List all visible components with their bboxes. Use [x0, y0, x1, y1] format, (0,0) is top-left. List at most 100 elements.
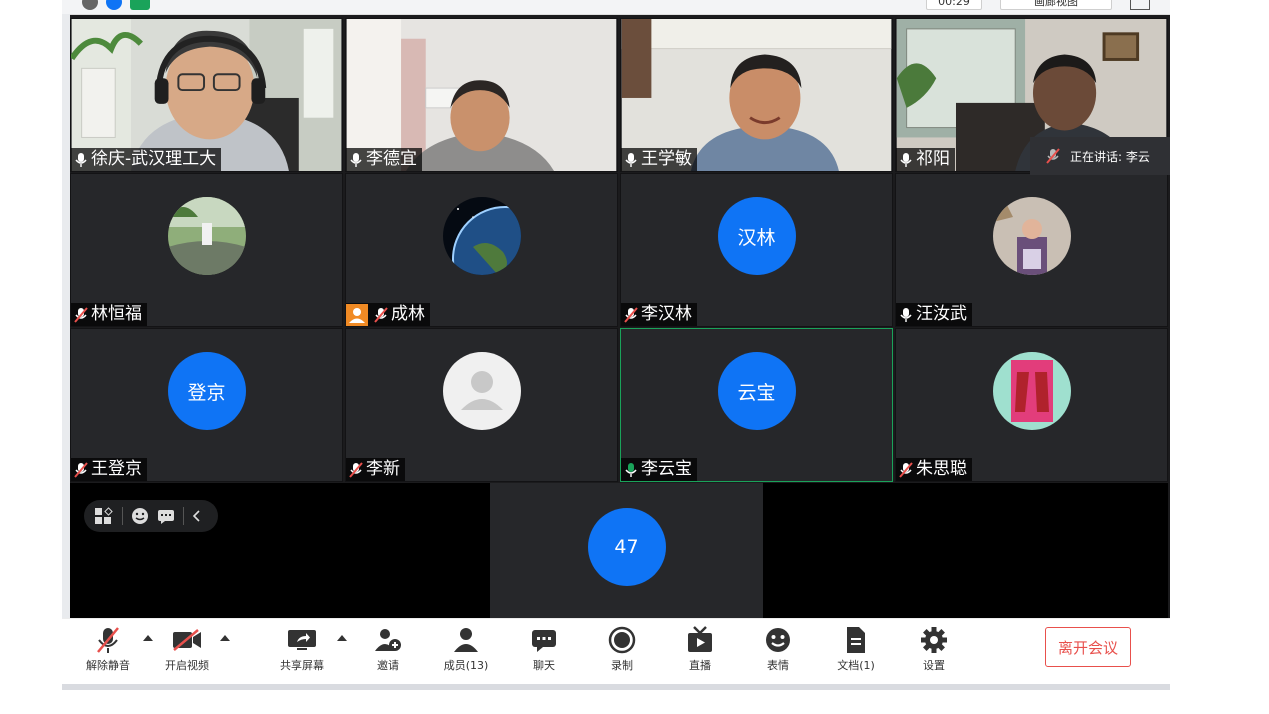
unmute-button[interactable]: 解除静音 — [78, 625, 138, 673]
participant-nametag: 王学敏 — [621, 148, 697, 171]
start-video-label: 开启视频 — [165, 659, 209, 672]
participant-tile[interactable]: 朱思聪 — [895, 328, 1168, 482]
unmute-label: 解除静音 — [86, 659, 130, 672]
participant-tile[interactable]: 成林 — [345, 173, 618, 327]
mic-on-icon — [75, 152, 87, 167]
meeting-timer: 00:29 — [926, 0, 982, 10]
speaking-indicator: 正在讲话: 李云 — [1030, 137, 1170, 175]
mic-on-icon — [625, 152, 637, 167]
document-icon — [847, 627, 865, 653]
participant-name: 朱思聪 — [916, 459, 967, 479]
participant-tile[interactable]: 汉林 李汉林 — [620, 173, 893, 327]
participant-tile[interactable]: 登京 王登京 — [70, 328, 343, 482]
reactions-label: 表情 — [767, 659, 789, 672]
mic-muted-icon — [1046, 148, 1060, 164]
participant-tile[interactable]: 林恒福 — [70, 173, 343, 327]
record-button[interactable]: 录制 — [592, 625, 652, 673]
mic-on-icon — [350, 152, 362, 167]
smile-icon — [766, 628, 790, 652]
settings-label: 设置 — [923, 659, 945, 672]
participant-tile[interactable]: 徐庆-武汉理工大 — [70, 18, 343, 172]
chat-button[interactable]: 聊天 — [514, 625, 574, 673]
participant-nametag: 汪汝武 — [896, 303, 972, 326]
settings-button[interactable]: 设置 — [904, 625, 964, 673]
participant-nametag: 徐庆-武汉理工大 — [71, 148, 222, 171]
participant-name: 祁阳 — [916, 149, 950, 169]
record-icon — [608, 626, 636, 654]
avatar — [442, 197, 521, 275]
layout-grid-icon[interactable] — [94, 506, 114, 526]
participant-tile-speaking[interactable]: 云宝 李云宝 — [620, 328, 893, 482]
fullscreen-icon[interactable] — [1130, 0, 1150, 10]
participant-nametag: 朱思聪 — [896, 458, 972, 481]
participant-tile[interactable]: 47 — [490, 483, 763, 618]
leave-meeting-button[interactable]: 离开会议 — [1045, 627, 1131, 667]
mic-on-icon — [900, 152, 912, 167]
host-badge-icon — [346, 303, 368, 326]
avatar-photo-child — [992, 197, 1071, 275]
participant-tile[interactable]: 汪汝武 — [895, 173, 1168, 327]
top-bar: 00:29 画廊视图 — [62, 0, 1170, 15]
participant-tile[interactable]: 李德宜 — [345, 18, 618, 172]
avatar: 汉林 — [717, 197, 796, 275]
chevron-left-icon[interactable] — [192, 509, 202, 523]
share-screen-label: 共享屏幕 — [280, 659, 324, 672]
audio-options-caret-icon[interactable] — [143, 635, 153, 641]
reactions-button[interactable]: 表情 — [748, 625, 808, 673]
view-mode-button[interactable]: 画廊视图 — [1000, 0, 1112, 10]
participant-nametag: 李云宝 — [621, 458, 697, 481]
participant-tile[interactable]: 李新 — [345, 328, 618, 482]
default-user-icon — [460, 371, 503, 410]
share-options-caret-icon[interactable] — [337, 635, 347, 641]
start-video-button[interactable]: 开启视频 — [157, 625, 217, 673]
overflow-area: 47 — [70, 483, 1168, 618]
view-controls — [84, 500, 218, 532]
live-label: 直播 — [689, 659, 711, 672]
mic-muted-icon — [74, 461, 88, 478]
mic-on-icon — [900, 307, 912, 322]
network-signal-icon[interactable] — [130, 0, 150, 10]
members-button[interactable]: 成员(13) — [436, 625, 496, 673]
participant-nametag: 成林 — [346, 303, 430, 326]
share-screen-icon — [288, 630, 316, 650]
participant-name: 王学敏 — [641, 149, 692, 169]
avatar — [442, 352, 521, 430]
share-screen-button[interactable]: 共享屏幕 — [272, 625, 332, 673]
avatar — [167, 197, 246, 275]
security-shield-icon[interactable] — [106, 0, 122, 10]
participant-name: 徐庆-武汉理工大 — [91, 149, 217, 169]
participant-name: 林恒福 — [91, 304, 142, 324]
info-icon[interactable] — [82, 0, 98, 10]
live-stream-icon — [688, 626, 712, 652]
participant-name: 汪汝武 — [916, 304, 967, 324]
participant-nametag: 祁阳 — [896, 148, 955, 171]
avatar: 47 — [587, 508, 666, 586]
participant-tile[interactable]: 王学敏 — [620, 18, 893, 172]
invite-user-icon — [375, 629, 401, 651]
window-shadow — [62, 684, 1170, 690]
participant-nametag: 李新 — [346, 458, 405, 481]
gallery-grid: 徐庆-武汉理工大 李德宜 王学敏 祁阳 林恒福 成林 汉林 李汉林 汪汝武 登京… — [70, 18, 1170, 483]
invite-label: 邀请 — [377, 659, 399, 672]
members-label: 成员(13) — [443, 659, 489, 672]
meeting-toolbar: 解除静音 开启视频 共享屏幕 邀请 成员(13) 聊天 录制 直播 表情 文档(… — [62, 618, 1170, 684]
chat-icon — [532, 630, 556, 652]
avatar-photo-earth — [442, 197, 521, 275]
participant-name: 李云宝 — [641, 459, 692, 479]
participant-nametag: 李德宜 — [346, 148, 422, 171]
avatar — [992, 352, 1071, 430]
mic-muted-icon — [899, 461, 913, 478]
emoji-icon[interactable] — [131, 507, 149, 525]
mic-muted-icon — [349, 461, 363, 478]
video-options-caret-icon[interactable] — [220, 635, 230, 641]
left-edge — [62, 14, 70, 618]
participant-name: 王登京 — [91, 459, 142, 479]
meeting-window: 00:29 画廊视图 徐庆-武汉理工大 李德宜 王学敏 祁阳 林恒福 成林 汉林… — [62, 0, 1170, 684]
avatar: 云宝 — [717, 352, 796, 430]
participant-nametag: 林恒福 — [71, 303, 147, 326]
chat-bubble-icon[interactable] — [157, 507, 175, 525]
avatar: 登京 — [167, 352, 246, 430]
docs-button[interactable]: 文档(1) — [826, 625, 886, 673]
invite-button[interactable]: 邀请 — [358, 625, 418, 673]
live-button[interactable]: 直播 — [670, 625, 730, 673]
